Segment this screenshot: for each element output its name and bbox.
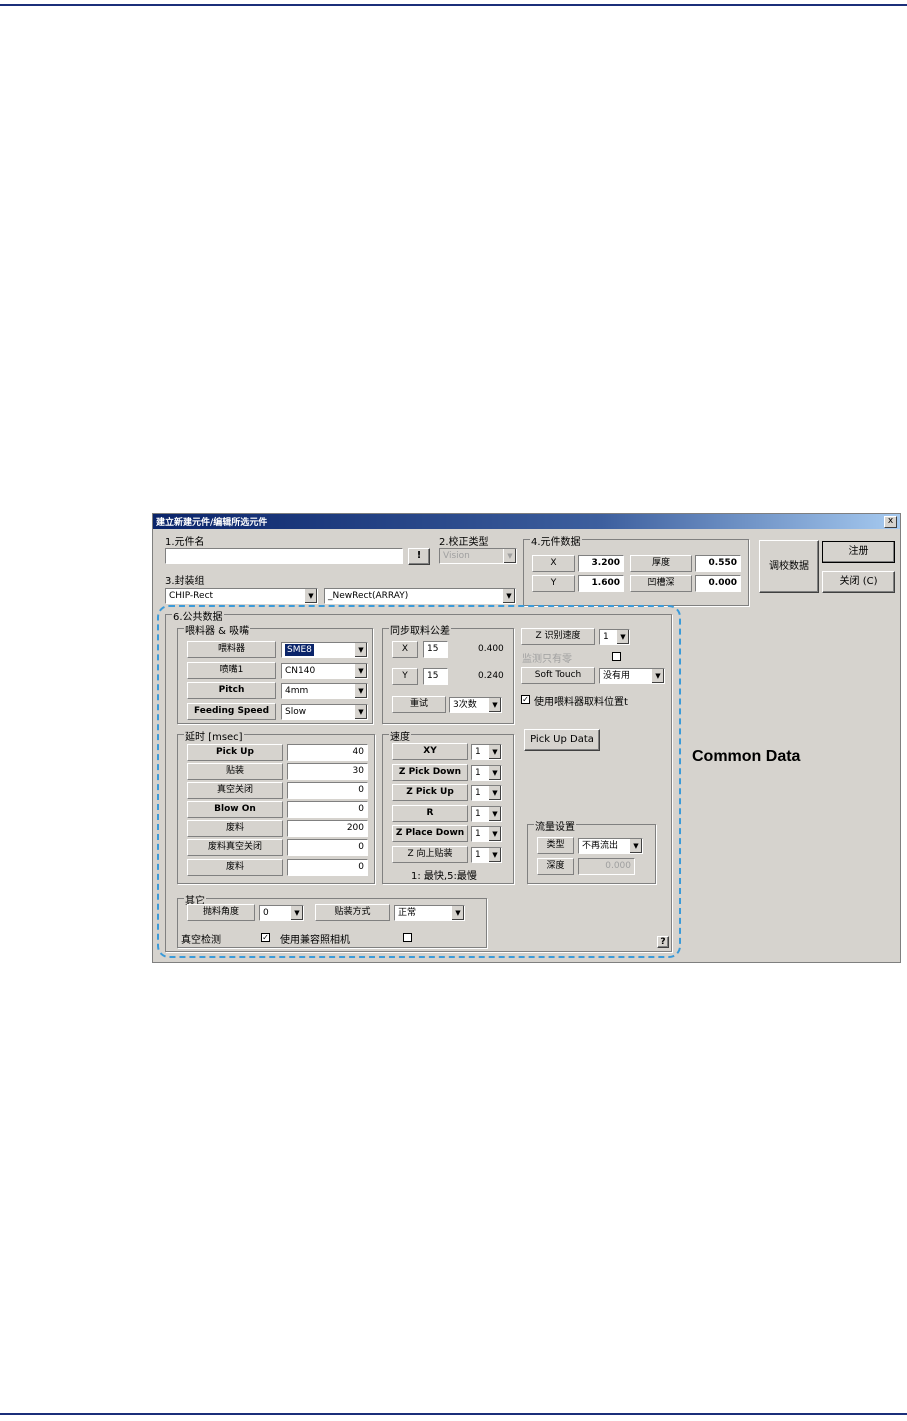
- bottom-rule: [0, 1413, 907, 1415]
- part-name-label: 1.元件名: [165, 537, 205, 548]
- calibration-type-value: Vision: [443, 551, 470, 561]
- chevron-down-icon: ▼: [503, 549, 516, 563]
- package-group-value: CHIP-Rect: [169, 591, 214, 601]
- part-x-input[interactable]: 3.200: [578, 555, 624, 572]
- thickness-input[interactable]: 0.550: [695, 555, 741, 572]
- register-button[interactable]: 注册: [822, 541, 895, 563]
- part-y-caption: Y: [532, 575, 575, 592]
- part-y-input[interactable]: 1.600: [578, 575, 624, 592]
- package-shape-value: _NewRect(ARRAY): [328, 591, 409, 601]
- common-data-highlight: [157, 605, 681, 958]
- top-rule: [0, 4, 907, 6]
- part-name-input[interactable]: [165, 548, 403, 564]
- part-lookup-button[interactable]: !: [408, 548, 430, 565]
- groove-caption: 凹槽深: [630, 575, 692, 592]
- close-button[interactable]: 关闭 (C): [822, 571, 895, 593]
- calibrate-data-button[interactable]: 调校数据: [759, 540, 819, 593]
- package-shape-select[interactable]: _NewRect(ARRAY) ▼: [324, 588, 516, 604]
- close-icon[interactable]: x: [884, 516, 897, 528]
- common-data-callout: Common Data: [692, 748, 801, 765]
- part-data-label: 4.元件数据: [530, 533, 582, 548]
- thickness-caption: 厚度: [630, 555, 692, 572]
- package-group-select[interactable]: CHIP-Rect ▼: [165, 588, 318, 604]
- calibration-type-select: Vision ▼: [439, 548, 517, 564]
- chevron-down-icon[interactable]: ▼: [502, 589, 515, 603]
- chevron-down-icon[interactable]: ▼: [304, 589, 317, 603]
- title-bar: 建立新建元件/编辑所选元件 x: [153, 514, 900, 529]
- part-data-group: 4.元件数据: [523, 533, 749, 606]
- calibration-type-label: 2.校正类型: [439, 537, 489, 548]
- window-title: 建立新建元件/编辑所选元件: [156, 518, 268, 528]
- groove-input[interactable]: 0.000: [695, 575, 741, 592]
- part-x-caption: X: [532, 555, 575, 572]
- package-group-label: 3.封装组: [165, 576, 205, 587]
